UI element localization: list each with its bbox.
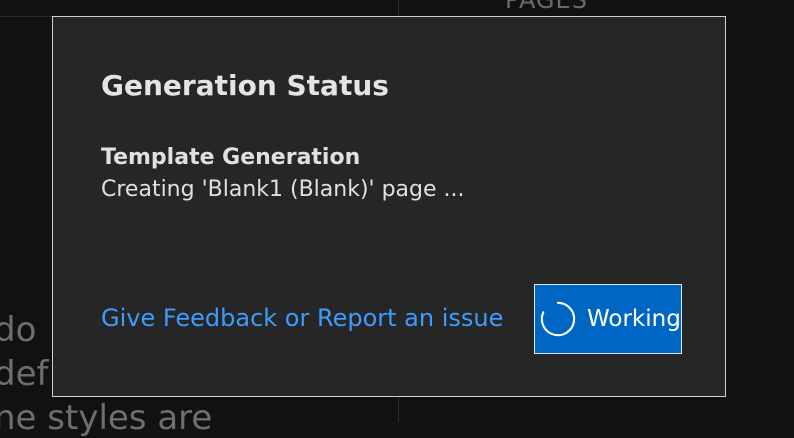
background-text-line: do: [0, 310, 37, 350]
status-text: Creating 'Blank1 (Blank)' page ...: [101, 177, 465, 202]
background-heading: PAGES: [505, 0, 588, 14]
generation-status-dialog: Generation Status Template Generation Cr…: [52, 16, 726, 397]
spinner-icon: [540, 301, 576, 337]
background-text-line: ne styles are: [0, 398, 213, 438]
dialog-title: Generation Status: [101, 69, 389, 102]
section-title: Template Generation: [101, 145, 361, 170]
working-button[interactable]: Working: [534, 284, 682, 354]
feedback-link[interactable]: Give Feedback or Report an issue: [101, 304, 503, 332]
background-text-line: def: [0, 354, 49, 394]
working-button-label: Working: [587, 306, 681, 332]
